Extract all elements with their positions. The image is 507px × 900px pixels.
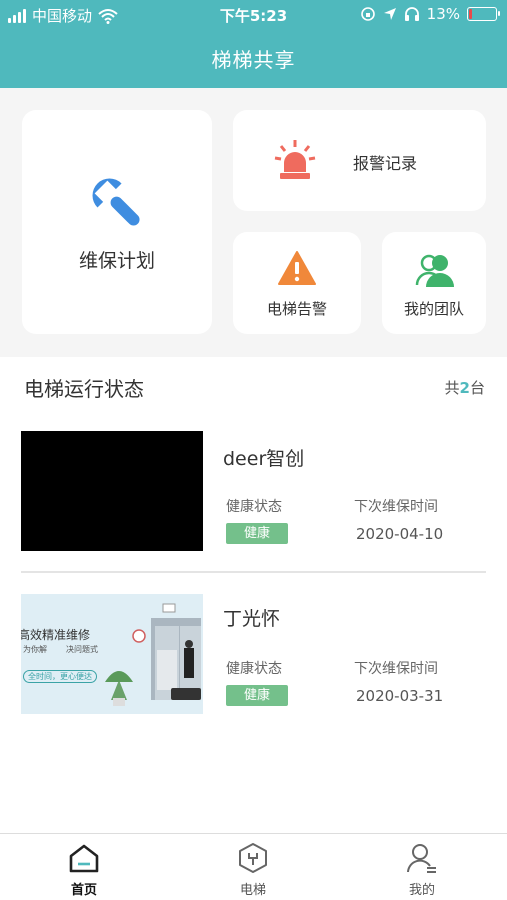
thumbnail-subtext: 决问题式 [66, 645, 98, 654]
alarm-records-label: 报警记录 [353, 154, 418, 173]
tab-elevator-label: 电梯 [239, 883, 266, 898]
page-title: 梯梯共享 [211, 48, 296, 72]
health-status-label: 健康状态 [226, 661, 282, 677]
orientation-lock-icon [360, 7, 375, 21]
elevator-count: 共2台 [445, 377, 485, 398]
battery-percent: 13% [426, 5, 460, 23]
thumbnail-subtext: 全时间，更心便达 [23, 670, 97, 683]
tab-mine-label: 我的 [408, 883, 435, 898]
tab-home[interactable]: 首页 [24, 834, 144, 900]
next-maintenance-date: 2020-03-31 [356, 687, 444, 705]
next-maintenance-label: 下次维保时间 [354, 661, 438, 677]
elevator-shield-icon [239, 843, 267, 873]
tab-home-label: 首页 [70, 883, 97, 898]
elevator-thumbnail [21, 431, 203, 551]
elevator-warning-card[interactable]: 电梯告警 [233, 232, 361, 334]
tab-mine[interactable]: 我的 [362, 834, 482, 900]
battery-level [469, 9, 472, 19]
health-badge: 健康 [226, 523, 288, 544]
tab-bar: 首页 电梯 我的 [0, 833, 507, 900]
team-icon [415, 254, 454, 287]
health-status-label: 健康状态 [226, 499, 282, 515]
count-prefix: 共 [444, 379, 460, 397]
elevator-row[interactable]: deer智创 健康状态 下次维保时间 健康 2020-04-10 [0, 420, 507, 570]
thumbnail-headline: 高效精准维修 [21, 628, 91, 642]
elevator-name: 丁光怀 [223, 608, 281, 630]
my-team-card[interactable]: 我的团队 [382, 232, 486, 334]
headphones-icon [404, 7, 419, 21]
count-suffix: 台 [469, 379, 485, 397]
tab-elevator[interactable]: 电梯 [193, 834, 313, 900]
next-maintenance-label: 下次维保时间 [354, 499, 438, 515]
user-icon [407, 844, 436, 873]
wrench-icon [92, 178, 140, 226]
maintenance-plan-label: 维保计划 [78, 250, 155, 272]
next-maintenance-date: 2020-04-10 [356, 525, 444, 543]
elevator-name: deer智创 [223, 448, 305, 470]
maintenance-plan-card[interactable]: 维保计划 [22, 110, 212, 334]
home-icon [69, 844, 99, 873]
section-title: 电梯运行状态 [24, 377, 144, 401]
my-team-label: 我的团队 [403, 300, 464, 318]
alarm-records-card[interactable]: 报警记录 [233, 110, 486, 211]
thumbnail-subtext: 为你解 [23, 645, 47, 654]
count-number: 2 [459, 379, 470, 397]
row-divider [21, 571, 486, 573]
app-header: 中国移动 下午5:23 13% 梯梯共享 [0, 0, 507, 88]
status-right: 13% [360, 5, 500, 23]
warning-triangle-icon [278, 251, 316, 285]
status-bar: 中国移动 下午5:23 13% [0, 0, 507, 30]
elevator-row[interactable]: 高效精准维修 为你解 决问题式 全时间，更心便达 丁光怀 健康状态 下次维保时间… [0, 582, 507, 732]
health-badge: 健康 [226, 685, 288, 706]
elevator-illustration [105, 603, 201, 706]
battery-icon [467, 7, 500, 21]
alarm-light-icon [274, 140, 316, 179]
location-icon [383, 8, 396, 20]
elevator-thumbnail: 高效精准维修 为你解 决问题式 全时间，更心便达 [21, 594, 203, 714]
elevator-warning-label: 电梯告警 [266, 300, 327, 318]
